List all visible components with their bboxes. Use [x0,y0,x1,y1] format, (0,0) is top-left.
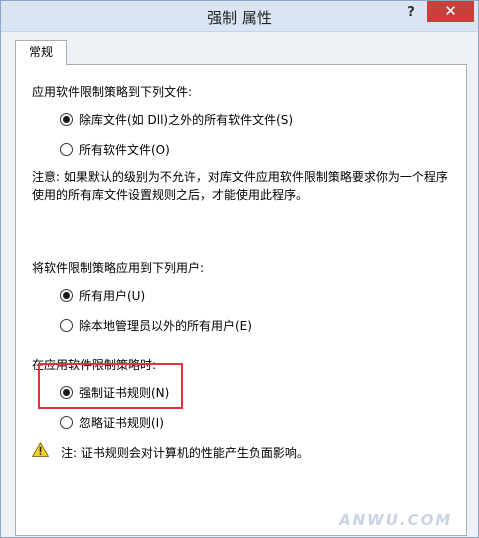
radio-button-checked[interactable] [60,386,73,399]
title-bar[interactable]: 强制 属性 ? ✕ [1,1,478,32]
note-line-2: 使用的所有库文件设置规则之后，才能使用此程序。 [32,188,309,202]
watermark-logo: ANWU.COM [339,511,453,529]
radio-label: 除库文件(如 Dll)之外的所有软件文件(S) [79,113,294,127]
properties-dialog: 强制 属性 ? ✕ 常规 应用软件限制策略到下列文件: 除库文件(如 Dll)之… [0,0,479,538]
radio-enforce-certificate-rules[interactable]: 强制证书规则(N) [60,384,169,401]
radio-button-checked[interactable] [60,289,73,302]
radio-label: 所有用户(U) [79,289,146,303]
warning-icon [32,442,49,457]
radio-ignore-certificate-rules[interactable]: 忽略证书规则(I) [60,414,164,431]
tab-general[interactable]: 常规 [15,40,67,65]
radio-label: 忽略证书规则(I) [79,416,164,430]
section-heading-users: 将软件限制策略应用到下列用户: [32,261,205,275]
radio-button-unchecked[interactable] [60,319,73,332]
radio-label: 所有软件文件(O) [79,143,170,157]
radio-label: 强制证书规则(N) [79,386,170,400]
close-button[interactable]: ✕ [427,1,474,22]
radio-all-users[interactable]: 所有用户(U) [60,287,145,304]
radio-button-checked[interactable] [60,113,73,126]
warning-text: 注: 证书规则会对计算机的性能产生负面影响。 [61,446,309,460]
help-button[interactable]: ? [399,3,423,23]
section-heading-files: 应用软件限制策略到下列文件: [32,85,193,99]
radio-all-software-files[interactable]: 所有软件文件(O) [60,141,170,158]
radio-except-local-admins[interactable]: 除本地管理员以外的所有用户(E) [60,317,252,334]
note-line-1: 注意: 如果默认的级别为不允许，对库文件应用软件限制策略要求你为一个程序 [32,170,448,184]
radio-label: 除本地管理员以外的所有用户(E) [79,319,252,333]
radio-button-unchecked[interactable] [60,416,73,429]
radio-button-unchecked[interactable] [60,143,73,156]
radio-except-libraries[interactable]: 除库文件(如 Dll)之外的所有软件文件(S) [60,111,293,128]
section-heading-certificate: 在应用软件限制策略时: [32,358,157,372]
